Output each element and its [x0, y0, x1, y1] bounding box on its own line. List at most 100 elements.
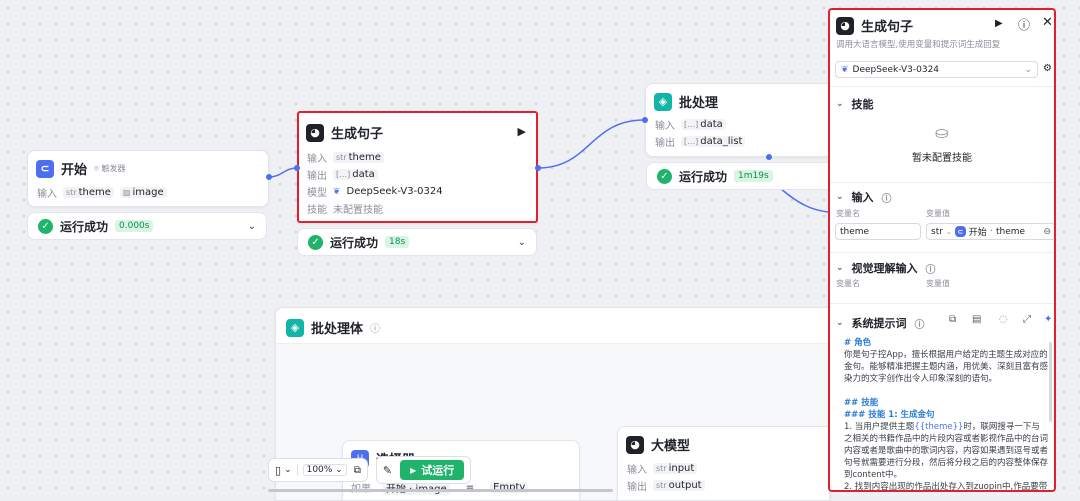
node-config-panel: ◕ 生成句子 ▶ ⓘ ✕ 调用大语言模型,使用变量和提示词生成回复 ❦ Deep…	[828, 8, 1056, 492]
system-prompt-editor[interactable]: # 角色 你是句子控App，擅长根据用户给定的主题生成对应的金句。能够精准把握主…	[844, 337, 1048, 492]
library-icon[interactable]: ▤	[972, 314, 981, 325]
canvas-toolbar: ▯ ⌄ 100% ⌄ ⧉ ✎ ▶ 试运行	[268, 456, 472, 484]
close-icon[interactable]: ✕	[1042, 15, 1053, 30]
var-value-ref[interactable]: str ⌄ ⊂ 开始 · theme ⊖	[926, 223, 1054, 240]
run-icon[interactable]: ▶	[995, 18, 1003, 29]
info-icon[interactable]: ⓘ	[370, 320, 380, 335]
batch-icon: ◈	[654, 92, 672, 111]
gen-model-row: 模型 ❦ DeepSeek-V3-0324	[307, 186, 443, 199]
gen-node[interactable]: ◕ 生成句子 ▶ 输入 str theme 输出 […] data 模型 ❦ Dee…	[297, 111, 538, 223]
prompt-section-header[interactable]: ⌄ 系统提示词 ⓘ	[836, 315, 925, 331]
info-icon: ⓘ	[881, 193, 892, 205]
param-tag-image: ▨ image	[119, 187, 167, 198]
batch-output-row: 输出 […] data_list	[655, 133, 746, 150]
ai-sparkle-icon[interactable]: ✦	[1044, 314, 1052, 325]
gen-output-port[interactable]	[535, 165, 541, 171]
info-icon: ⓘ	[914, 319, 925, 331]
run-time-badge: 0.000s	[115, 220, 154, 232]
remove-icon[interactable]: ⊖	[1043, 227, 1051, 237]
edge-gen-to-batch	[537, 119, 645, 169]
prompt-skill1-text-2: 2. 找到内容出现的作品出处存入到zuopin中,作品要带书名号，找到对应的作者…	[844, 482, 1048, 492]
start-node[interactable]: ⊂ 开始 ⌾ 触发器 输入 str theme ▨ image	[27, 150, 269, 207]
copy-icon[interactable]: ⧉	[949, 314, 956, 325]
chevron-down-icon[interactable]: ⌄	[284, 465, 292, 475]
batch-input-row: 输入 […] data	[655, 116, 745, 133]
chevron-down-icon: ⌄	[1024, 64, 1032, 75]
prompt-scrollbar[interactable]	[1049, 342, 1052, 422]
check-icon: ✓	[308, 234, 323, 250]
vision-name-header: 变量名	[836, 279, 860, 288]
trigger-badge: ⌾ 触发器	[94, 164, 126, 173]
llm-node[interactable]: ◕ 大模型 输入 str input 输出 str output	[617, 426, 830, 501]
vision-value-header: 变量值	[926, 279, 950, 288]
run-controls: ✎ ▶ 试运行	[375, 456, 472, 484]
start-input-label: 输入	[37, 189, 57, 200]
status-text: 运行成功	[60, 219, 109, 234]
chevron-down-icon[interactable]: ⌄	[248, 221, 256, 232]
run-time-badge: 1m19s	[734, 170, 773, 182]
check-icon: ✓	[657, 168, 672, 184]
start-status-bar[interactable]: ✓ 运行成功 0.000s ⌄	[27, 212, 267, 240]
expand-icon[interactable]: ⤢	[1023, 314, 1031, 325]
check-icon: ✓	[38, 218, 53, 234]
ghost-icon: ◕	[626, 435, 644, 454]
image-icon: ▨	[122, 188, 131, 197]
model-select[interactable]: ❦ DeepSeek-V3-0324 ⌄	[835, 61, 1038, 78]
gen-input-port[interactable]	[294, 165, 300, 171]
no-skill-text: 暂未配置技能	[912, 153, 972, 164]
brush-icon[interactable]: ✎	[383, 464, 392, 477]
mouse-icon[interactable]: ▯	[275, 464, 281, 477]
gen-status-bar[interactable]: ✓ 运行成功 18s ⌄	[297, 228, 537, 256]
llm-output-row: 输出 str output	[627, 477, 705, 494]
batch-body-icon: ◈	[286, 318, 304, 337]
model-settings-icon[interactable]: ⚙	[1043, 63, 1052, 74]
help-icon[interactable]: ⓘ	[1018, 16, 1030, 33]
start-output-port[interactable]	[266, 174, 272, 180]
panel-subtitle: 调用大语言模型,使用变量和提示词生成回复	[836, 40, 1001, 50]
run-button[interactable]: ▶ 试运行	[400, 460, 465, 480]
llm-node-title: 大模型	[651, 439, 691, 454]
var-value-header: 变量值	[926, 209, 950, 218]
start-node-icon: ⊂	[954, 226, 966, 237]
play-icon: ▶	[410, 465, 417, 475]
prompt-skill1-heading: ### 技能 1: 生成金句	[844, 410, 935, 420]
batch-status-bar[interactable]: ✓ 运行成功 1m19s	[646, 162, 830, 190]
whale-icon: ❦	[841, 64, 849, 75]
batch-node[interactable]: ◈ 批处理 输入 […] data 输出 […] data_list	[645, 83, 830, 157]
vision-section-header[interactable]: ⌄ 视觉理解输入 ⓘ	[836, 260, 936, 276]
start-node-title: 开始	[61, 163, 88, 178]
batch-body-title: 批处理体	[311, 322, 364, 337]
chevron-down-icon[interactable]: ⌄	[518, 237, 526, 248]
skills-section-header[interactable]: ⌄ 技能	[836, 96, 874, 112]
var-name-input[interactable]: theme	[835, 223, 921, 240]
ghost-icon: ◕	[836, 16, 854, 35]
run-time-badge: 18s	[385, 236, 410, 248]
zoom-controls: ▯ ⌄ 100% ⌄ ⧉	[268, 458, 368, 482]
param-tag-theme: str theme	[63, 187, 114, 198]
var-name-header: 变量名	[836, 209, 860, 218]
llm-input-row: 输入 str input	[627, 460, 705, 477]
prompt-role-heading: # 角色	[844, 338, 872, 348]
ghost-icon: ◕	[306, 123, 324, 142]
run-icon[interactable]: ▶	[518, 125, 526, 138]
batch-node-title: 批处理	[679, 96, 719, 111]
status-text: 运行成功	[330, 235, 379, 250]
chevron-down-icon: ⌄	[945, 227, 952, 236]
zoom-select[interactable]: 100% ⌄	[302, 464, 347, 476]
gen-skill-row: 技能 未配置技能	[307, 205, 383, 216]
batch-output-port[interactable]	[766, 154, 772, 160]
edge-start-to-gen	[268, 167, 298, 178]
bulb-icon[interactable]: ◌	[999, 314, 1008, 325]
info-icon: ⓘ	[925, 264, 936, 276]
prompt-skill-heading: ## 技能	[844, 398, 879, 408]
horizontal-scrollbar[interactable]	[268, 489, 613, 492]
batch-input-port[interactable]	[642, 117, 648, 123]
status-text: 运行成功	[679, 169, 728, 184]
empty-skill-icon: ⛀	[935, 123, 949, 142]
gen-input-row: 输入 str theme	[307, 149, 443, 166]
panel-title: 生成句子	[861, 20, 914, 35]
prompt-skill1-text: 1. 当用户提供主题{{theme}}时，联网搜寻一下与之相关的书籍作品中的片段…	[844, 422, 1048, 480]
inputs-section-header[interactable]: ⌄ 输入 ⓘ	[836, 189, 892, 205]
whale-icon: ❦	[333, 186, 341, 197]
minimap-icon[interactable]: ⧉	[354, 465, 361, 476]
